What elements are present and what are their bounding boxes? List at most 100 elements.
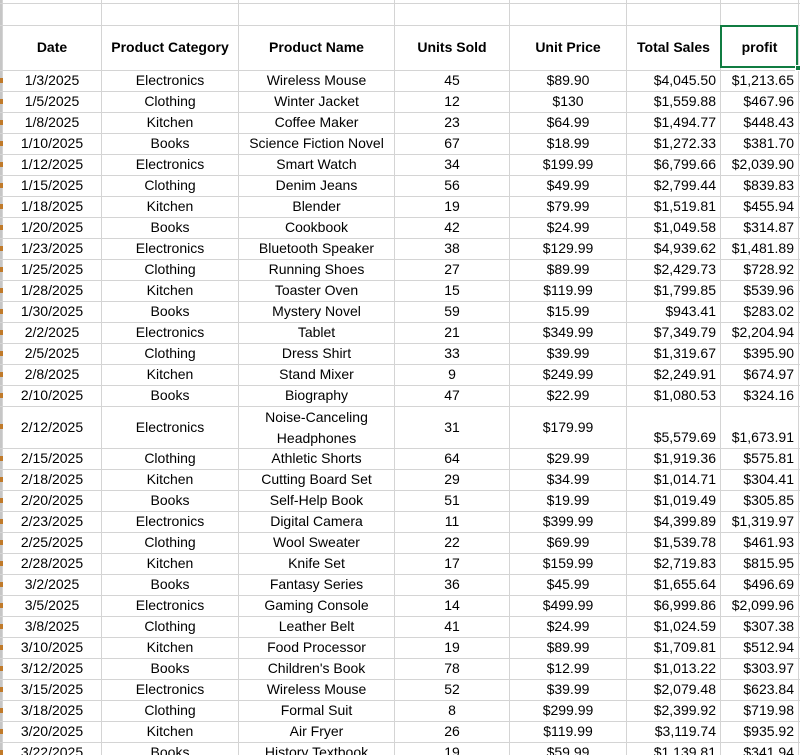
cell-total[interactable]: $1,013.22 xyxy=(627,658,716,679)
cell-units[interactable]: 21 xyxy=(395,322,509,343)
cell-profit[interactable]: $512.94 xyxy=(721,637,794,658)
cell-total[interactable]: $2,719.83 xyxy=(627,553,716,574)
cell-units[interactable]: 64 xyxy=(395,448,509,469)
header-cell-price[interactable]: Unit Price xyxy=(510,37,626,58)
cell-price[interactable]: $130 xyxy=(510,91,626,112)
cell-name[interactable]: Denim Jeans xyxy=(239,175,394,196)
cell-profit[interactable]: $1,319.97 xyxy=(721,511,794,532)
cell-total[interactable]: $1,139.81 xyxy=(627,742,716,755)
cell-total[interactable]: $1,919.36 xyxy=(627,448,716,469)
cell-total[interactable]: $1,019.49 xyxy=(627,490,716,511)
cell-price[interactable]: $79.99 xyxy=(510,196,626,217)
cell-units[interactable]: 36 xyxy=(395,574,509,595)
cell-price[interactable]: $179.99 xyxy=(510,417,626,438)
cell-category[interactable]: Clothing xyxy=(102,448,238,469)
cell-category[interactable]: Clothing xyxy=(102,343,238,364)
cell-name[interactable]: Knife Set xyxy=(239,553,394,574)
cell-category[interactable]: Electronics xyxy=(102,595,238,616)
cell-name[interactable]: Running Shoes xyxy=(239,259,394,280)
cell-name[interactable]: Air Fryer xyxy=(239,721,394,742)
cell-name[interactable]: Fantasy Series xyxy=(239,574,394,595)
cell-total[interactable]: $3,119.74 xyxy=(627,721,716,742)
cell-name[interactable]: Blender xyxy=(239,196,394,217)
cell-units[interactable]: 38 xyxy=(395,238,509,259)
header-cell-name[interactable]: Product Name xyxy=(239,37,394,58)
cell-total[interactable]: $1,080.53 xyxy=(627,385,716,406)
cell-units[interactable]: 8 xyxy=(395,700,509,721)
cell-date[interactable]: 3/22/2025 xyxy=(3,742,101,755)
cell-price[interactable]: $39.99 xyxy=(510,679,626,700)
cell-name[interactable]: Wireless Mouse xyxy=(239,70,394,91)
cell-category[interactable]: Kitchen xyxy=(102,196,238,217)
cell-name[interactable]: Noise-Canceling Headphones xyxy=(239,407,394,449)
cell-units[interactable]: 47 xyxy=(395,385,509,406)
cell-units[interactable]: 59 xyxy=(395,301,509,322)
cell-category[interactable]: Books xyxy=(102,574,238,595)
cell-category[interactable]: Electronics xyxy=(102,322,238,343)
cell-price[interactable]: $19.99 xyxy=(510,490,626,511)
cell-date[interactable]: 3/20/2025 xyxy=(3,721,101,742)
cell-profit[interactable]: $623.84 xyxy=(721,679,794,700)
cell-category[interactable]: Kitchen xyxy=(102,364,238,385)
cell-date[interactable]: 2/28/2025 xyxy=(3,553,101,574)
cell-date[interactable]: 1/25/2025 xyxy=(3,259,101,280)
cell-date[interactable]: 3/2/2025 xyxy=(3,574,101,595)
cell-units[interactable]: 15 xyxy=(395,280,509,301)
cell-category[interactable]: Books xyxy=(102,385,238,406)
cell-name[interactable]: Wireless Mouse xyxy=(239,679,394,700)
cell-profit[interactable]: $1,673.91 xyxy=(721,427,794,448)
cell-units[interactable]: 29 xyxy=(395,469,509,490)
cell-date[interactable]: 1/18/2025 xyxy=(3,196,101,217)
cell-units[interactable]: 26 xyxy=(395,721,509,742)
cell-price[interactable]: $64.99 xyxy=(510,112,626,133)
cell-name[interactable]: Dress Shirt xyxy=(239,343,394,364)
cell-date[interactable]: 2/23/2025 xyxy=(3,511,101,532)
cell-profit[interactable]: $448.43 xyxy=(721,112,794,133)
cell-units[interactable]: 27 xyxy=(395,259,509,280)
cell-category[interactable]: Kitchen xyxy=(102,637,238,658)
cell-total[interactable]: $1,319.67 xyxy=(627,343,716,364)
cell-total[interactable]: $1,799.85 xyxy=(627,280,716,301)
cell-name[interactable]: Smart Watch xyxy=(239,154,394,175)
cell-units[interactable]: 31 xyxy=(395,417,509,438)
cell-profit[interactable]: $304.41 xyxy=(721,469,794,490)
cell-name[interactable]: Cookbook xyxy=(239,217,394,238)
cell-total[interactable]: $4,045.50 xyxy=(627,70,716,91)
cell-profit[interactable]: $719.98 xyxy=(721,700,794,721)
cell-profit[interactable]: $455.94 xyxy=(721,196,794,217)
cell-category[interactable]: Books xyxy=(102,742,238,755)
cell-total[interactable]: $4,399.89 xyxy=(627,511,716,532)
cell-profit[interactable]: $467.96 xyxy=(721,91,794,112)
cell-total[interactable]: $2,399.92 xyxy=(627,700,716,721)
cell-price[interactable]: $29.99 xyxy=(510,448,626,469)
cell-units[interactable]: 17 xyxy=(395,553,509,574)
cell-date[interactable]: 1/28/2025 xyxy=(3,280,101,301)
cell-profit[interactable]: $815.95 xyxy=(721,553,794,574)
cell-category[interactable]: Books xyxy=(102,133,238,154)
cell-category[interactable]: Kitchen xyxy=(102,553,238,574)
cell-name[interactable]: Science Fiction Novel xyxy=(239,133,394,154)
cell-profit[interactable]: $307.38 xyxy=(721,616,794,637)
cell-total[interactable]: $1,494.77 xyxy=(627,112,716,133)
cell-date[interactable]: 1/20/2025 xyxy=(3,217,101,238)
cell-category[interactable]: Kitchen xyxy=(102,721,238,742)
cell-profit[interactable]: $728.92 xyxy=(721,259,794,280)
cell-units[interactable]: 51 xyxy=(395,490,509,511)
cell-category[interactable]: Clothing xyxy=(102,700,238,721)
cell-date[interactable]: 3/15/2025 xyxy=(3,679,101,700)
cell-price[interactable]: $39.99 xyxy=(510,343,626,364)
cell-total[interactable]: $1,049.58 xyxy=(627,217,716,238)
cell-total[interactable]: $1,559.88 xyxy=(627,91,716,112)
cell-category[interactable]: Electronics xyxy=(102,417,238,438)
cell-units[interactable]: 41 xyxy=(395,616,509,637)
cell-units[interactable]: 19 xyxy=(395,196,509,217)
cell-profit[interactable]: $314.87 xyxy=(721,217,794,238)
cell-category[interactable]: Electronics xyxy=(102,70,238,91)
cell-units[interactable]: 12 xyxy=(395,91,509,112)
cell-units[interactable]: 78 xyxy=(395,658,509,679)
cell-name[interactable]: Athletic Shorts xyxy=(239,448,394,469)
cell-units[interactable]: 45 xyxy=(395,70,509,91)
cell-name[interactable]: Digital Camera xyxy=(239,511,394,532)
cell-price[interactable]: $18.99 xyxy=(510,133,626,154)
cell-name[interactable]: Biography xyxy=(239,385,394,406)
